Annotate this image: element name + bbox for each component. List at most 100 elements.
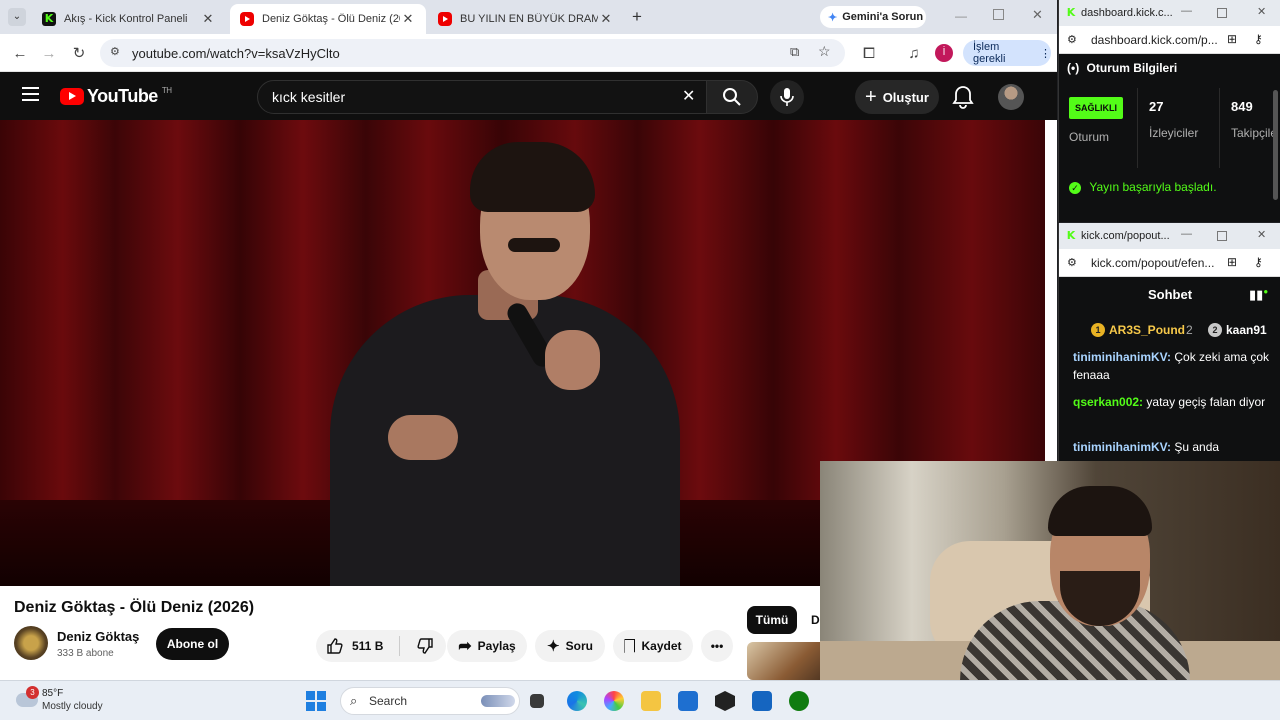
popout-address-bar[interactable]: ⚙ kick.com/popout/efen... ⊞ ⚷ (1059, 249, 1280, 277)
taskbar-search[interactable]: ⌕ Search (340, 687, 520, 715)
browser-toolbar: ← → ↻ ⚙ youtube.com/watch?v=ksaVzHyClto … (0, 34, 1057, 72)
new-tab-button[interactable]: + (632, 7, 642, 27)
chat-username[interactable]: tiniminihanimKV: (1073, 350, 1171, 364)
microphone-icon (780, 88, 794, 106)
dashboard-window-title: dashboard.kick.c... (1081, 7, 1173, 19)
action-required-button[interactable]: İşlem gerekli ⋮ (963, 40, 1051, 66)
save-button[interactable]: Kaydet (613, 630, 693, 662)
chat-username[interactable]: qserkan002: (1073, 395, 1143, 409)
maximize-button[interactable] (993, 9, 1004, 20)
ask-button[interactable]: ✦ Soru (535, 630, 605, 662)
menu-dots-icon[interactable]: ⋮ (1040, 47, 1051, 60)
site-info-icon[interactable]: ⚙ (1067, 256, 1077, 269)
password-key-icon[interactable]: ⚷ (1254, 32, 1263, 46)
like-button[interactable]: 511 B (326, 637, 383, 655)
extensions-icon[interactable]: ⧠ (857, 41, 881, 65)
edge-browser-icon[interactable] (567, 691, 587, 711)
media-control-icon[interactable]: ♫ (902, 41, 926, 65)
maximize-button[interactable] (1217, 8, 1227, 18)
file-explorer-icon[interactable] (641, 691, 661, 711)
tab-title: Akış - Kick Kontrol Paneli (64, 13, 188, 25)
thumbs-down-icon[interactable] (416, 637, 434, 655)
user-avatar[interactable] (998, 84, 1024, 110)
signal-icon: (•) (1067, 61, 1080, 75)
weather-condition[interactable]: Mostly cloudy (42, 701, 103, 712)
notifications-bell-icon[interactable] (950, 84, 976, 110)
minimize-button[interactable]: — (1181, 5, 1192, 17)
search-button[interactable] (706, 80, 758, 114)
store-icon[interactable] (678, 691, 698, 711)
like-count: 511 B (352, 639, 384, 653)
subscribe-button[interactable]: Abone ol (156, 628, 229, 660)
gifter-count: 2 (1186, 323, 1193, 337)
chat-username[interactable]: tiniminihanimKV: (1073, 440, 1171, 454)
gifter-name[interactable]: AR3S_Pound (1109, 323, 1185, 337)
site-info-icon[interactable]: ⚙ (110, 45, 120, 58)
close-window-button[interactable]: ✕ (1257, 228, 1266, 241)
check-circle-icon: ✓ (1069, 182, 1081, 194)
forward-arrow-icon[interactable]: → (37, 41, 61, 65)
scrollbar[interactable] (1273, 90, 1278, 200)
plus-icon: + (865, 85, 877, 108)
install-app-icon[interactable]: ⧉ (790, 44, 799, 60)
close-tab-icon[interactable]: ✕ (200, 11, 216, 27)
copilot-icon[interactable] (604, 691, 624, 711)
comedian-gesture-hand (388, 415, 458, 460)
translate-icon[interactable]: ⊞ (1227, 255, 1237, 269)
close-tab-icon[interactable]: ✕ (400, 11, 416, 27)
windows-start-icon[interactable] (306, 691, 326, 711)
share-button[interactable]: ➦ Paylaş (447, 630, 527, 662)
profile-avatar[interactable]: İ (935, 44, 953, 62)
chat-message: qserkan002: yatay geçiş falan diyor (1073, 393, 1273, 411)
search-query: kıck kesitler (272, 89, 346, 105)
back-arrow-icon[interactable]: ← (8, 41, 32, 65)
youtube-icon (438, 12, 452, 26)
close-window-button[interactable]: ✕ (1257, 5, 1266, 18)
close-window-button[interactable]: ✕ (1032, 7, 1043, 23)
tab-kick-dashboard[interactable]: Akış - Kick Kontrol Paneli ✕ (32, 4, 226, 34)
dashboard-address-bar[interactable]: ⚙ dashboard.kick.com/p... ⊞ ⚷ (1059, 26, 1280, 54)
maximize-button[interactable] (1217, 231, 1227, 241)
create-button[interactable]: + Oluştur (855, 80, 939, 114)
gemini-button[interactable]: ✦ Gemini'a Sorun (820, 6, 926, 28)
translate-icon[interactable]: ⊞ (1227, 32, 1237, 46)
chat-text: Şu anda (1174, 440, 1220, 454)
tab-search-button[interactable]: ⌄ (8, 8, 26, 26)
app-icon[interactable] (752, 691, 772, 711)
comedian-hair (470, 142, 595, 212)
voice-search-button[interactable] (770, 80, 804, 114)
gemini-icon: ✦ (828, 11, 838, 24)
more-actions-button[interactable]: ••• (701, 630, 733, 662)
bookmark-star-icon[interactable]: ☆ (818, 43, 831, 60)
leaderboard-icon[interactable]: ▮▮● (1249, 287, 1268, 303)
session-info-title: Oturum Bilgileri (1086, 61, 1178, 75)
youtube-logo[interactable]: YouTube TH (60, 86, 172, 107)
reload-icon[interactable]: ↻ (67, 41, 91, 65)
youtube-play-icon (60, 88, 84, 105)
xbox-icon[interactable] (789, 691, 809, 711)
kick-dashboard-window: dashboard.kick.c... — ✕ ⚙ dashboard.kick… (1058, 0, 1280, 222)
hamburger-menu-icon[interactable] (22, 87, 39, 101)
youtube-header: YouTube TH kıck kesitler ✕ + Oluştur (0, 72, 1057, 120)
password-key-icon[interactable]: ⚷ (1254, 255, 1263, 269)
channel-avatar[interactable] (14, 626, 48, 660)
tab-strip: ⌄ Akış - Kick Kontrol Paneli ✕ Deniz Gök… (0, 0, 1057, 34)
tab-youtube-drama[interactable]: BU YILIN EN BÜYÜK DRAMASI: ✕ (428, 4, 624, 34)
gifter-name[interactable]: kaan91 (1226, 323, 1267, 337)
unity-hub-icon[interactable] (715, 691, 735, 711)
chat-title: Sohbet (1147, 287, 1193, 302)
clear-search-icon[interactable]: ✕ (682, 81, 695, 113)
minimize-button[interactable]: — (1181, 228, 1192, 240)
address-bar[interactable]: ⚙ youtube.com/watch?v=ksaVzHyClto ⧉ ☆ (100, 39, 845, 67)
chip-all[interactable]: Tümü (747, 606, 797, 634)
recommended-thumbnail[interactable] (747, 642, 827, 680)
close-tab-icon[interactable]: ✕ (598, 11, 614, 27)
tab-youtube-video[interactable]: Deniz Göktaş - Ölü Deniz (2026 ✕ (230, 4, 426, 34)
site-info-icon[interactable]: ⚙ (1067, 33, 1077, 46)
task-view-icon[interactable] (530, 694, 544, 708)
minimize-button[interactable]: — (955, 9, 967, 23)
weather-temperature[interactable]: 85°F (42, 688, 63, 699)
youtube-search-input[interactable]: kıck kesitler ✕ (257, 80, 707, 114)
channel-name[interactable]: Deniz Göktaş (57, 629, 139, 644)
ask-label: Soru (565, 639, 593, 653)
